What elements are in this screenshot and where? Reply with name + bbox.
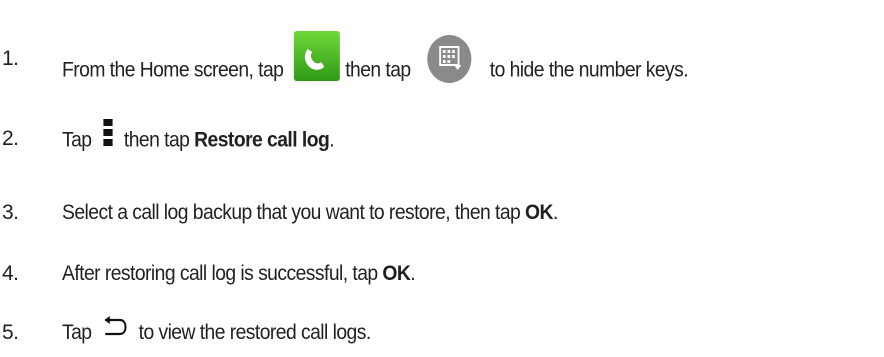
step-number: 2. <box>2 127 19 150</box>
phone-icon <box>293 31 340 81</box>
keypad-icon <box>427 35 472 83</box>
step-4: 4. After restoring call log is successfu… <box>0 253 884 293</box>
step-number: 3. <box>2 201 19 224</box>
step-number: 5. <box>2 321 19 344</box>
step-text-part: to view the restored call logs. <box>138 321 372 344</box>
step-text-bold: OK <box>525 201 553 224</box>
step-1: 1. From the Home screen, tap then tap to … <box>0 31 884 83</box>
step-text: Select a call log backup that you want t… <box>62 201 558 225</box>
step-text-part: . <box>410 262 416 285</box>
back-icon <box>102 315 128 337</box>
step-text-part: to hide the number keys. <box>489 58 689 82</box>
step-text-part: . <box>552 201 558 224</box>
menu-icon <box>102 119 115 147</box>
step-text: Tap to view the restored call logs. <box>62 316 372 345</box>
step-number: 1. <box>2 47 19 70</box>
step-2: 2. Tap then tap Restore call log. <box>0 118 884 158</box>
step-text-part: Select a call log backup that you want t… <box>62 201 526 224</box>
step-text: From the Home screen, tap then tap to hid… <box>62 31 689 95</box>
step-text-part: . <box>329 128 335 152</box>
step-text-bold: Restore call log <box>194 128 330 152</box>
step-text-part: Tap <box>62 321 97 344</box>
step-number: 4. <box>2 262 19 285</box>
step-text-part: Tap <box>62 128 97 152</box>
step-3: 3. Select a call log backup that you wan… <box>0 192 884 232</box>
step-text-part: After restoring call log is successful, … <box>62 262 383 285</box>
step-5: 5. Tap to view the restored call logs. <box>0 312 884 352</box>
step-text: After restoring call log is successful, … <box>62 262 416 286</box>
step-text-bold: OK <box>382 262 411 285</box>
step-text-part: From the Home screen, tap <box>62 58 289 82</box>
step-text-part: then tap <box>345 58 411 82</box>
step-text: Tap then tap Restore call log. <box>62 119 335 155</box>
step-text-part: then tap <box>123 128 195 152</box>
